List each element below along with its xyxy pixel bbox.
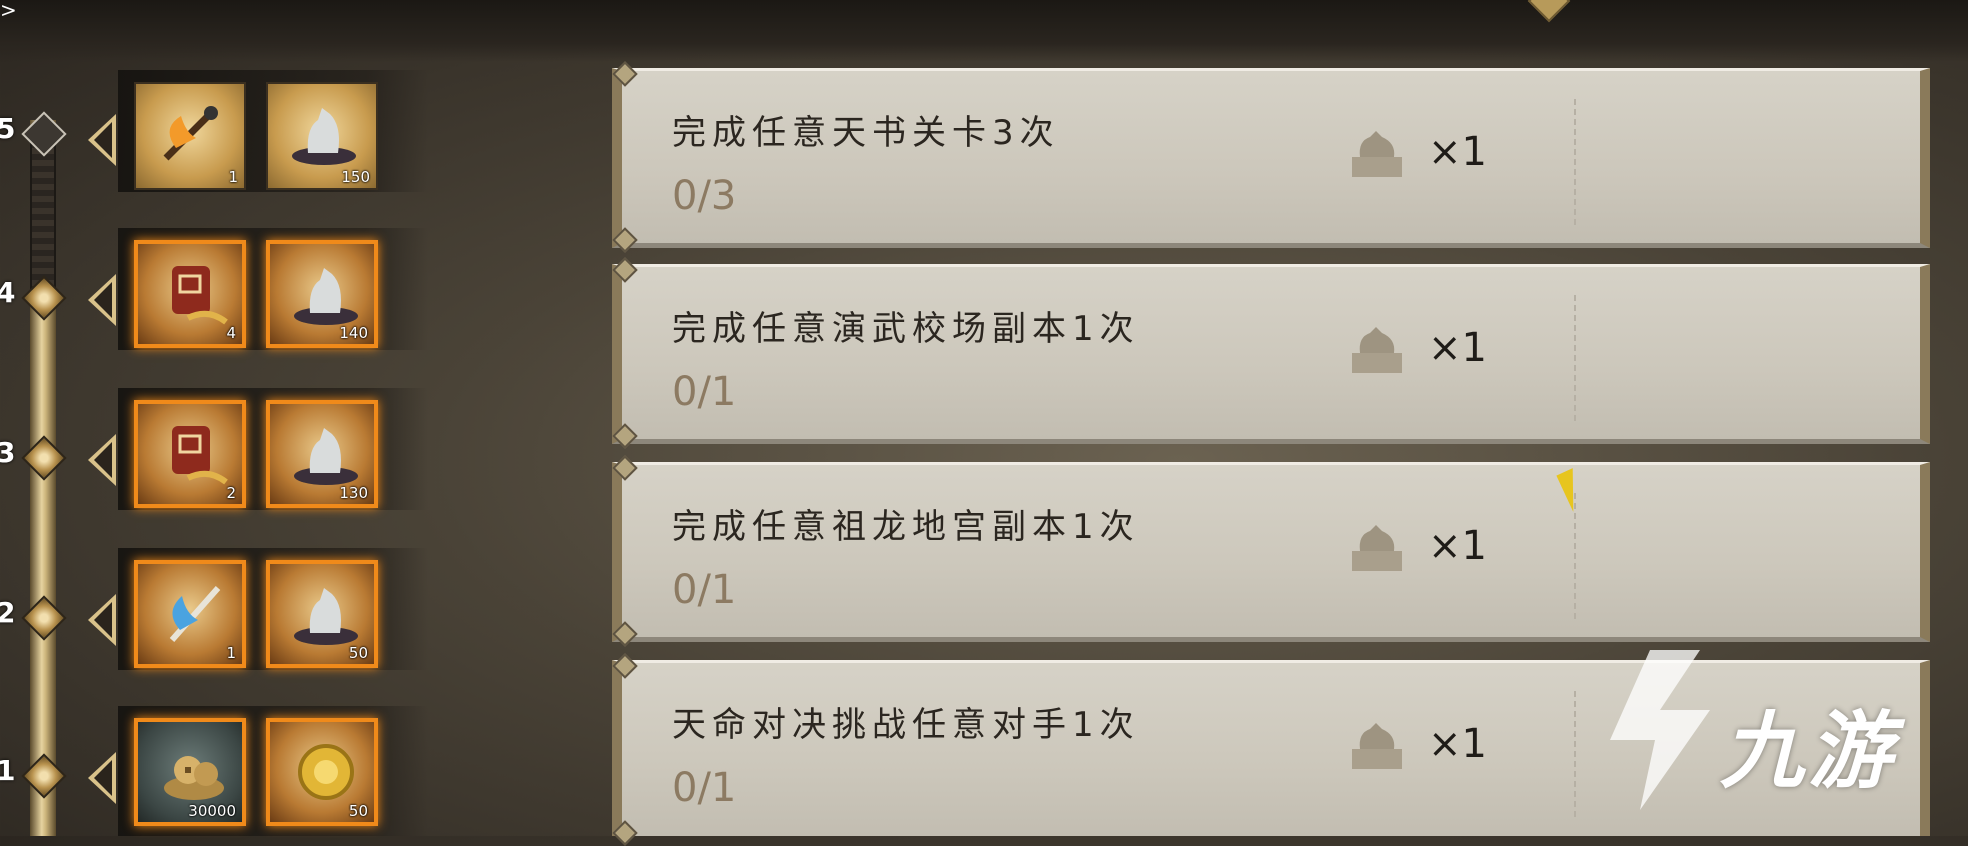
- seed-pouch-icon: [172, 426, 228, 485]
- task-title: 完成任意祖龙地宫副本1次: [672, 507, 1140, 547]
- level-label-2: 2: [0, 596, 16, 629]
- qilin-statue-icon: [294, 588, 358, 645]
- reward-count: 50: [348, 644, 368, 662]
- row-pointer-icon: [88, 594, 116, 646]
- reward-slot-gold-medal[interactable]: 50: [266, 718, 378, 826]
- ice-axe-icon: [169, 586, 221, 642]
- level-label-3: 3: [0, 436, 16, 469]
- diamond-icon: [21, 595, 67, 641]
- level-label-5: 5: [0, 112, 16, 145]
- level-node-2[interactable]: [21, 595, 67, 641]
- task-title: 天命对决挑战任意对手1次: [672, 705, 1140, 745]
- reward-count: 1: [226, 644, 236, 662]
- reward-count: 50: [348, 802, 368, 820]
- reward-row-2: 1 50: [118, 548, 428, 670]
- reward-slot-fire-axe[interactable]: 1: [134, 82, 246, 190]
- reward-slot-coin-pile[interactable]: 30000: [134, 718, 246, 826]
- task-progress: 0/3: [672, 173, 737, 219]
- reward-count: 30000: [188, 802, 236, 820]
- seed-pouch-icon: [172, 266, 228, 325]
- task-reward-count: ×1: [1428, 523, 1487, 569]
- reward-count: 4: [226, 324, 236, 342]
- reward-slot-qilin-statue[interactable]: 50: [266, 560, 378, 668]
- reward-count: 150: [341, 168, 370, 186]
- level-label-4: 4: [0, 276, 16, 309]
- task-progress: 0/1: [672, 369, 737, 415]
- level-progress-track-locked: [30, 140, 56, 290]
- reward-count: 2: [226, 484, 236, 502]
- task-reward-count: ×1: [1428, 325, 1487, 371]
- qilin-statue-icon: [294, 428, 358, 485]
- task-card[interactable]: 完成任意天书关卡3次 0/3 ×1: [612, 68, 1930, 248]
- reward-slot-qilin-statue[interactable]: 130: [266, 400, 378, 508]
- level-node-1[interactable]: [21, 753, 67, 799]
- reward-slot-ice-axe[interactable]: 1: [134, 560, 246, 668]
- top-bar: [0, 0, 1968, 62]
- qilin-statue-icon: [294, 268, 358, 325]
- task-progress: 0/1: [672, 567, 737, 613]
- coin-pile-icon: [164, 756, 224, 800]
- fire-axe-icon: [163, 106, 218, 161]
- qilin-seal-icon: [1352, 327, 1402, 373]
- task-reward-count: ×1: [1428, 721, 1487, 767]
- row-pointer-icon: [88, 752, 116, 804]
- task-card[interactable]: 完成任意演武校场副本1次 0/1 ×1: [612, 264, 1930, 444]
- card-divider: [1574, 295, 1576, 421]
- level-node-5[interactable]: [21, 111, 67, 157]
- reward-row-3: 2 130: [118, 388, 428, 510]
- qilin-statue-icon: [292, 108, 356, 165]
- row-pointer-icon: [88, 434, 116, 486]
- task-title: 完成任意天书关卡3次: [672, 113, 1060, 153]
- diamond-icon: [21, 753, 67, 799]
- reward-row-1: 30000 50: [118, 706, 428, 836]
- level-node-3[interactable]: [21, 435, 67, 481]
- qilin-seal-icon: [1352, 525, 1402, 571]
- reward-count: 130: [339, 484, 368, 502]
- task-title: 完成任意演武校场副本1次: [672, 309, 1140, 349]
- reward-slot-qilin-statue[interactable]: 150: [266, 82, 378, 190]
- card-divider: [1574, 99, 1576, 225]
- reward-slot-seed-pouch[interactable]: 2: [134, 400, 246, 508]
- task-reward-count: ×1: [1428, 129, 1487, 175]
- gold-medal-icon: [298, 744, 354, 800]
- card-divider: [1574, 493, 1576, 619]
- diamond-icon: [21, 111, 67, 157]
- row-pointer-icon: [88, 114, 116, 166]
- task-progress: 0/1: [672, 765, 737, 811]
- task-card[interactable]: 完成任意祖龙地宫副本1次 0/1 ×1: [612, 462, 1930, 642]
- diamond-icon: [21, 275, 67, 321]
- qilin-seal-icon: [1352, 723, 1402, 769]
- reward-row-5: 1 150: [118, 70, 428, 192]
- watermark-text: 九游: [1720, 702, 1897, 800]
- corner-arrow-icon: >: [0, 0, 17, 22]
- level-label-1: 1: [0, 754, 16, 787]
- card-divider: [1574, 691, 1576, 817]
- reward-slot-seed-pouch[interactable]: 4: [134, 240, 246, 348]
- qilin-seal-icon: [1352, 131, 1402, 177]
- row-pointer-icon: [88, 274, 116, 326]
- reward-row-4: 4 140: [118, 228, 428, 350]
- reward-count: 140: [339, 324, 368, 342]
- reward-slot-qilin-statue[interactable]: 140: [266, 240, 378, 348]
- reward-count: 1: [228, 168, 238, 186]
- level-node-4[interactable]: [21, 275, 67, 321]
- diamond-icon: [21, 435, 67, 481]
